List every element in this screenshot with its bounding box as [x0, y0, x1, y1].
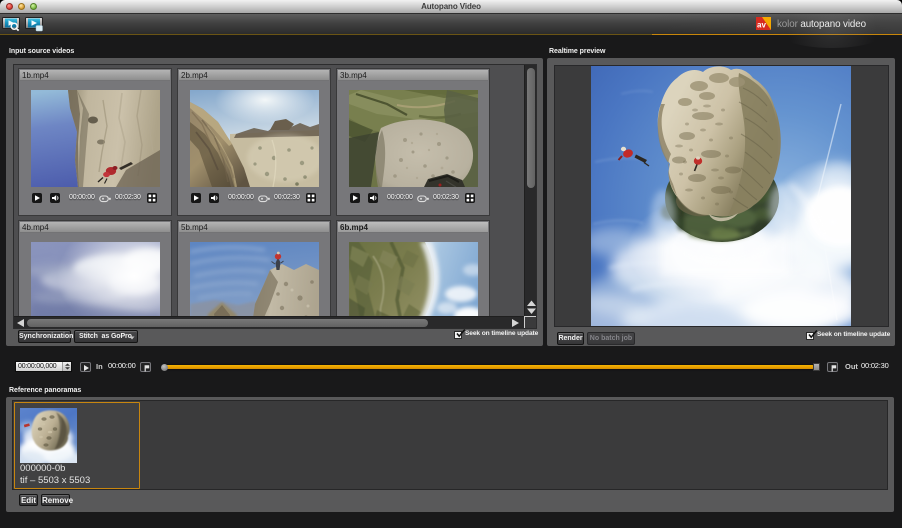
- svg-text:av: av: [757, 21, 766, 30]
